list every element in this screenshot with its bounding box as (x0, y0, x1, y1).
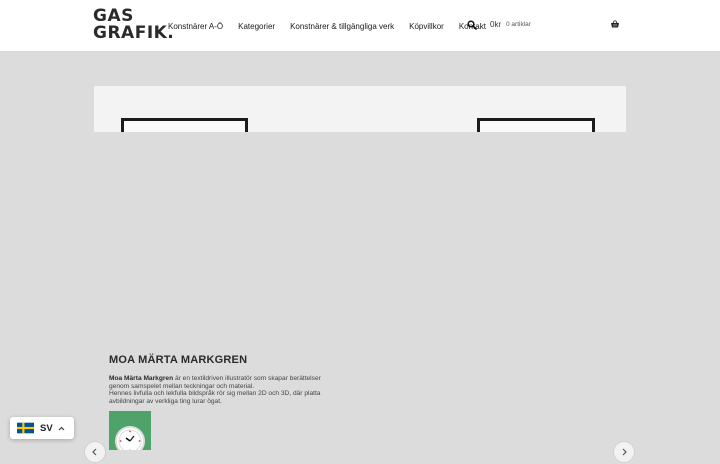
nav-item-artists-a-o[interactable]: Konstnärer A-Ö (168, 22, 223, 31)
language-switcher[interactable]: SV (10, 417, 74, 439)
nav-item-terms[interactable]: Köpvillkor (409, 22, 444, 31)
artwork-frame (477, 118, 595, 132)
artist-name: Moa Märta Markgren (109, 375, 173, 382)
chevron-up-icon (58, 426, 65, 431)
sweden-flag-icon (17, 422, 34, 434)
artist-title: MOA MÄRTA MARKGREN (109, 354, 247, 366)
main-nav: Konstnärer A-Ö Kategorier Konstnärer & t… (168, 20, 501, 32)
clock-face-icon (117, 428, 143, 450)
chevron-left-icon (91, 448, 99, 456)
artist-desc-2: Hennes livfulla och lekfulla bildspråk r… (109, 390, 320, 405)
cart-count[interactable]: 0 artiklar (506, 21, 531, 28)
logo-line-2: GRAFIK. (93, 25, 151, 42)
hero-image (94, 86, 626, 132)
slider-prev-button[interactable] (84, 441, 106, 463)
slider-next-button[interactable] (613, 441, 635, 463)
site-header: GAS GRAFIK. Konstnärer A-Ö Kategorier Ko… (0, 0, 720, 51)
nav-item-artists-available-works[interactable]: Konstnärer & tillgängliga verk (290, 22, 394, 31)
cart-amount[interactable]: 0kr (490, 20, 501, 29)
clock-artwork-image (115, 426, 145, 450)
site-logo[interactable]: GAS GRAFIK. (93, 8, 151, 42)
chevron-right-icon (620, 448, 628, 456)
basket-icon[interactable] (610, 19, 620, 29)
nav-item-categories[interactable]: Kategorier (238, 22, 275, 31)
artwork-thumbnail[interactable] (109, 411, 151, 450)
artwork-frame (121, 118, 248, 132)
language-code: SV (40, 423, 53, 434)
artist-description: Moa Märta Markgren är en textildriven il… (109, 375, 337, 405)
search-icon[interactable] (467, 20, 477, 30)
